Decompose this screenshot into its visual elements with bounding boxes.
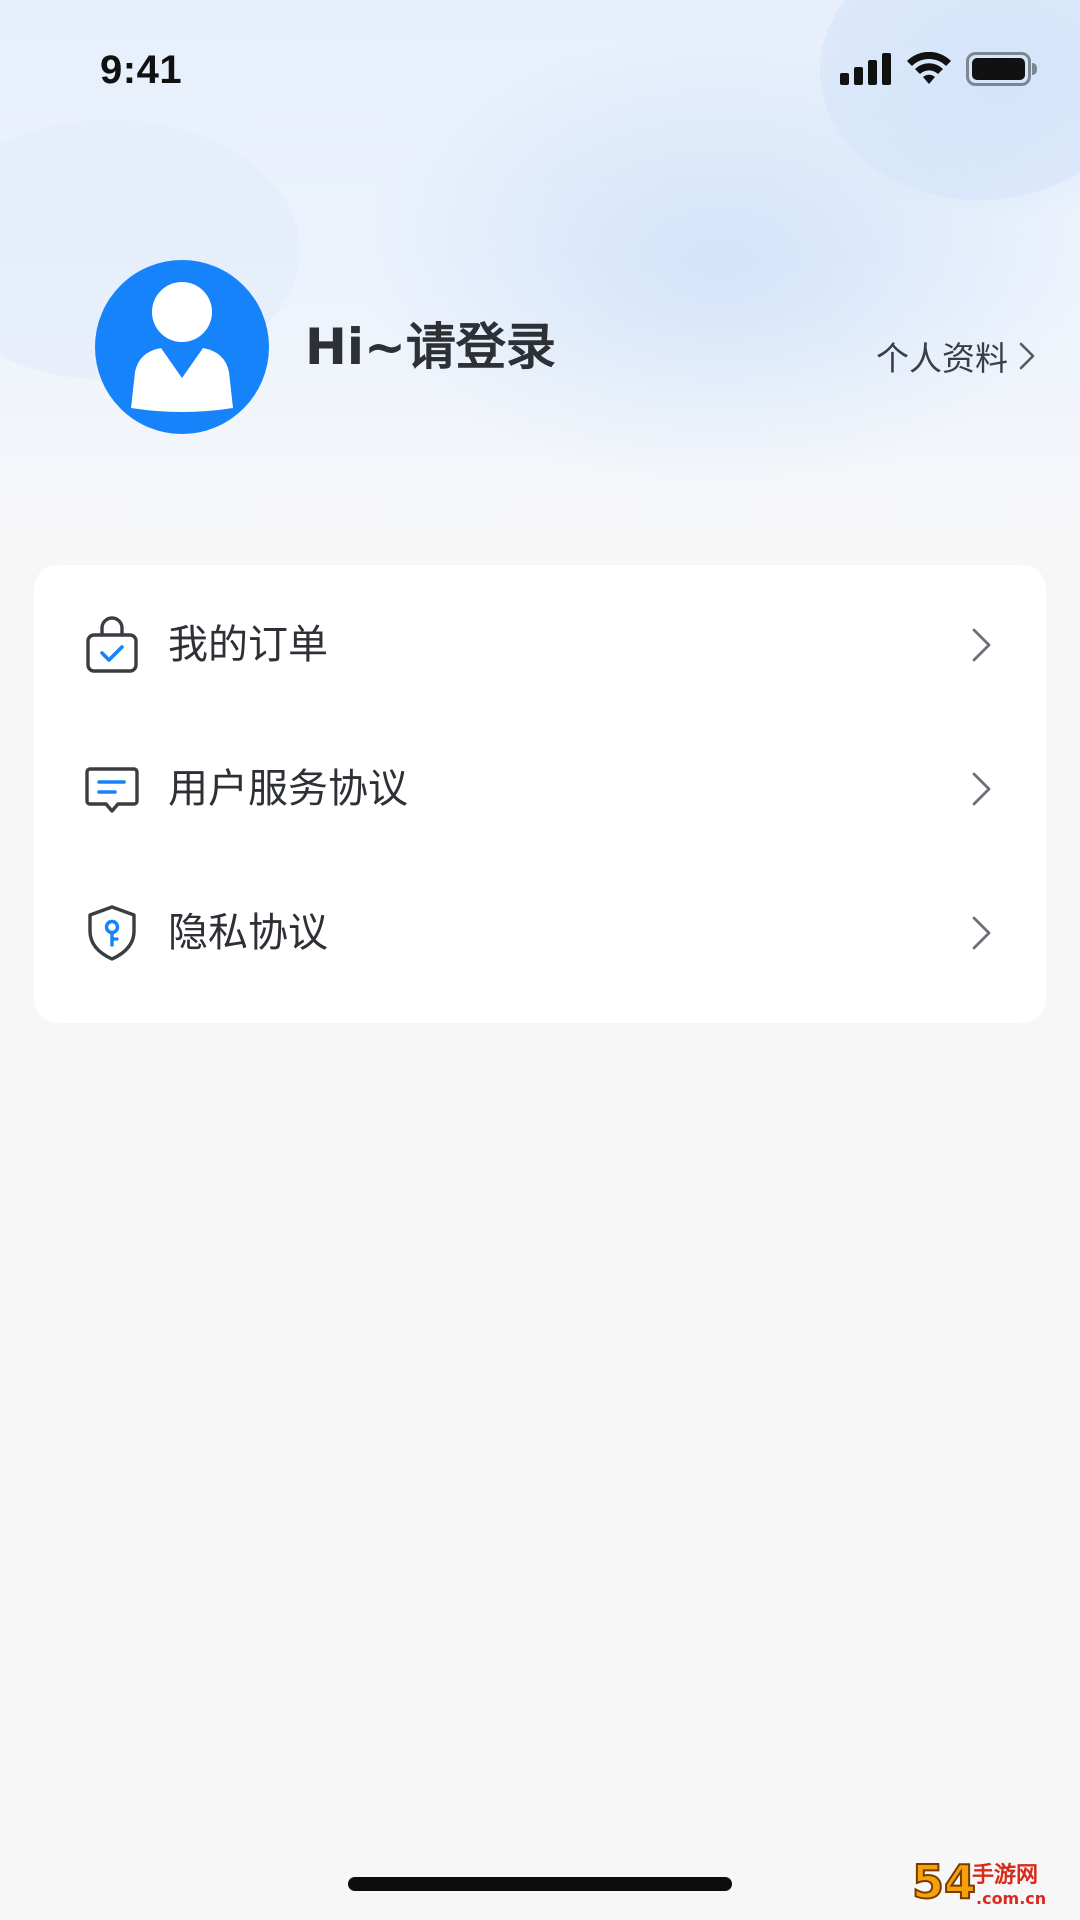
watermark-logo: 54 手游网 .com.cn (910, 1848, 1070, 1914)
profile-link-label: 个人资料 (876, 339, 1008, 378)
signal-icon (840, 53, 892, 89)
chevron-right-icon (972, 916, 991, 950)
home-indicator (348, 1877, 732, 1891)
status-time: 9:41 (100, 48, 183, 92)
profile-link[interactable]: 个人资料 (876, 332, 1036, 380)
svg-text:手游网: 手游网 (972, 1862, 1038, 1888)
svg-text:54: 54 (912, 1855, 976, 1909)
menu-card: 我的订单 用户服务协议 隐私协议 (34, 565, 1046, 1023)
user-avatar-icon (131, 282, 233, 412)
battery-icon (966, 52, 1038, 90)
menu-item-label: 用户服务协议 (168, 766, 408, 812)
shopping-bag-check-icon (86, 616, 138, 673)
chevron-right-icon (1019, 342, 1035, 370)
menu-item-privacy-policy[interactable]: 隐私协议 (34, 861, 1046, 1005)
profile-header: Hi~请登录 个人资料 (0, 260, 1080, 436)
message-document-icon (85, 767, 139, 813)
menu-item-my-orders[interactable]: 我的订单 (34, 573, 1046, 717)
chevron-right-icon (972, 772, 991, 806)
svg-text:.com.cn: .com.cn (976, 1889, 1046, 1908)
shield-key-icon (88, 905, 136, 961)
avatar[interactable] (95, 260, 269, 434)
menu-item-label: 我的订单 (168, 622, 328, 668)
status-bar: 9:41 (0, 0, 1080, 150)
menu-item-label: 隐私协议 (168, 910, 328, 956)
login-prompt[interactable]: Hi~请登录 (305, 322, 556, 372)
chevron-right-icon (972, 628, 991, 662)
wifi-icon (906, 51, 952, 90)
menu-item-user-agreement[interactable]: 用户服务协议 (34, 717, 1046, 861)
status-icons (840, 51, 1038, 90)
